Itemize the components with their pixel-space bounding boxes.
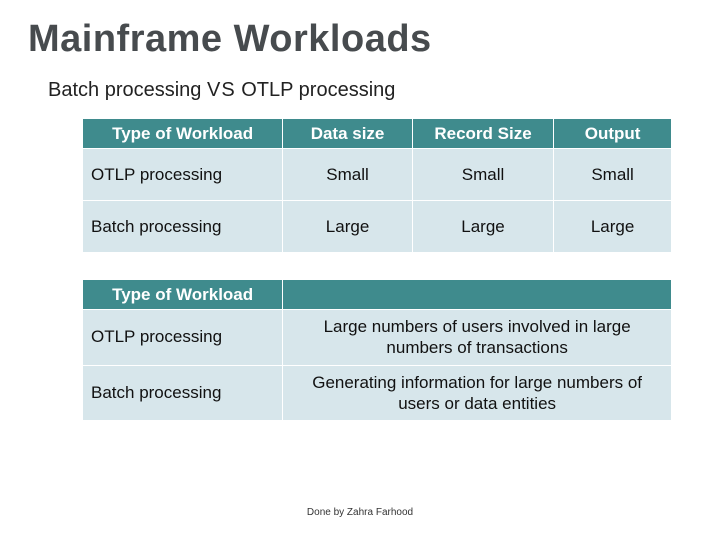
slide-title: Mainframe Workloads (28, 18, 690, 61)
table-header-row: Type of Workload (83, 280, 672, 310)
cell-value: Large (412, 201, 553, 253)
cell-value: Small (283, 149, 413, 201)
col-header: Record Size (412, 119, 553, 149)
cell-type: Batch processing (83, 365, 283, 421)
col-header: Data size (283, 119, 413, 149)
spacer (82, 253, 672, 279)
tables-container: Type of Workload Data size Record Size O… (82, 118, 672, 421)
col-header: Type of Workload (83, 119, 283, 149)
table-row: OTLP processing Small Small Small (83, 149, 672, 201)
cell-type: OTLP processing (83, 310, 283, 366)
cell-description: Large numbers of users involved in large… (283, 310, 672, 366)
col-header: Output (554, 119, 672, 149)
table-row: Batch processing Generating information … (83, 365, 672, 421)
comparison-table-sizes: Type of Workload Data size Record Size O… (82, 118, 672, 253)
cell-value: Small (554, 149, 672, 201)
cell-type: Batch processing (83, 201, 283, 253)
cell-value: Large (283, 201, 413, 253)
cell-value: Large (554, 201, 672, 253)
slide-subtitle: Batch processing VS OTLP processing (48, 79, 690, 102)
subtitle-left: Batch processing (48, 79, 201, 101)
cell-value: Small (412, 149, 553, 201)
cell-type: OTLP processing (83, 149, 283, 201)
subtitle-vs: VS (207, 79, 236, 101)
table-row: Batch processing Large Large Large (83, 201, 672, 253)
slide: Mainframe Workloads Batch processing VS … (0, 0, 720, 540)
slide-footer: Done by Zahra Farhood (0, 507, 720, 518)
table-row: OTLP processing Large numbers of users i… (83, 310, 672, 366)
table-header-row: Type of Workload Data size Record Size O… (83, 119, 672, 149)
comparison-table-descriptions: Type of Workload OTLP processing Large n… (82, 279, 672, 421)
subtitle-right: OTLP processing (241, 79, 395, 101)
col-header-blank (283, 280, 672, 310)
col-header: Type of Workload (83, 280, 283, 310)
cell-description: Generating information for large numbers… (283, 365, 672, 421)
